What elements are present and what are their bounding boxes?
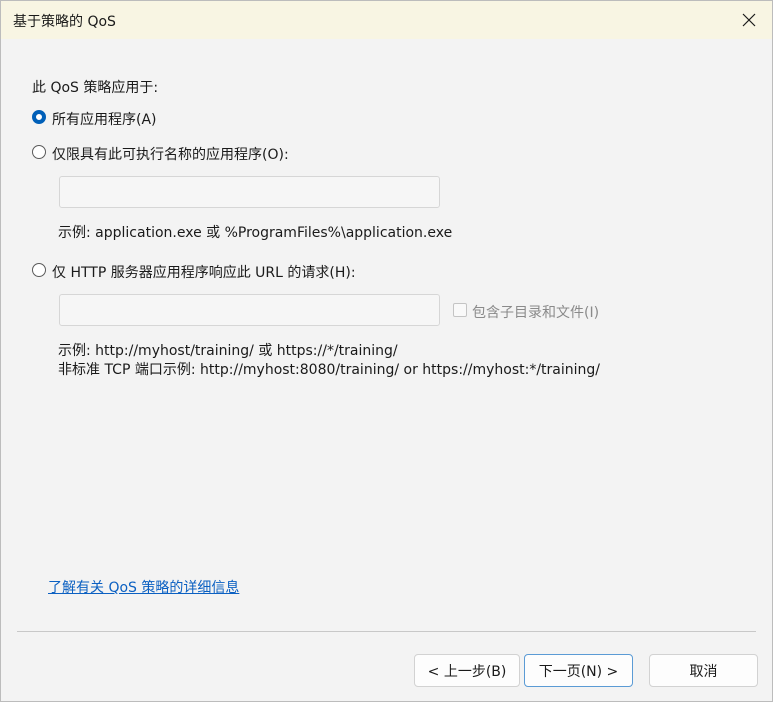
section-label: 此 QoS 策略应用于: [32,80,159,96]
include-subdirs-label[interactable]: 包含子目录和文件(I) [472,302,599,322]
qos-wizard-window: 基于策略的 QoS 此 QoS 策略应用于: 所有应用程序(A) 仅限具有此可执… [0,0,773,702]
url-input[interactable] [59,294,440,326]
url-example-text: 示例: http://myhost/training/ 或 https://*/… [58,343,398,359]
option-all-apps-label[interactable]: 所有应用程序(A) [52,109,157,129]
radio-exe-name[interactable] [32,145,46,159]
wizard-content: 此 QoS 策略应用于: 所有应用程序(A) 仅限具有此可执行名称的应用程序(O… [1,39,772,701]
window-title: 基于策略的 QoS [13,14,116,30]
exe-name-input[interactable] [59,176,440,208]
cancel-button[interactable]: 取消 [649,654,758,687]
url-port-example-text: 非标准 TCP 端口示例: http://myhost:8080/trainin… [58,362,601,378]
option-http-url-label[interactable]: 仅 HTTP 服务器应用程序响应此 URL 的请求(H): [52,262,356,282]
include-subdirs-checkbox[interactable] [453,303,467,317]
back-button[interactable]: < 上一步(B) [414,654,520,687]
footer-divider [17,631,756,632]
learn-more-link[interactable]: 了解有关 QoS 策略的详细信息 [48,577,239,597]
option-exe-name-label[interactable]: 仅限具有此可执行名称的应用程序(O): [52,144,289,164]
exe-example-text: 示例: application.exe 或 %ProgramFiles%\app… [58,225,453,241]
radio-all-apps[interactable] [32,110,46,124]
close-button[interactable] [726,1,772,39]
close-icon [742,13,756,27]
title-bar: 基于策略的 QoS [1,1,772,39]
radio-http-url[interactable] [32,263,46,277]
next-button[interactable]: 下一页(N) > [524,654,633,687]
